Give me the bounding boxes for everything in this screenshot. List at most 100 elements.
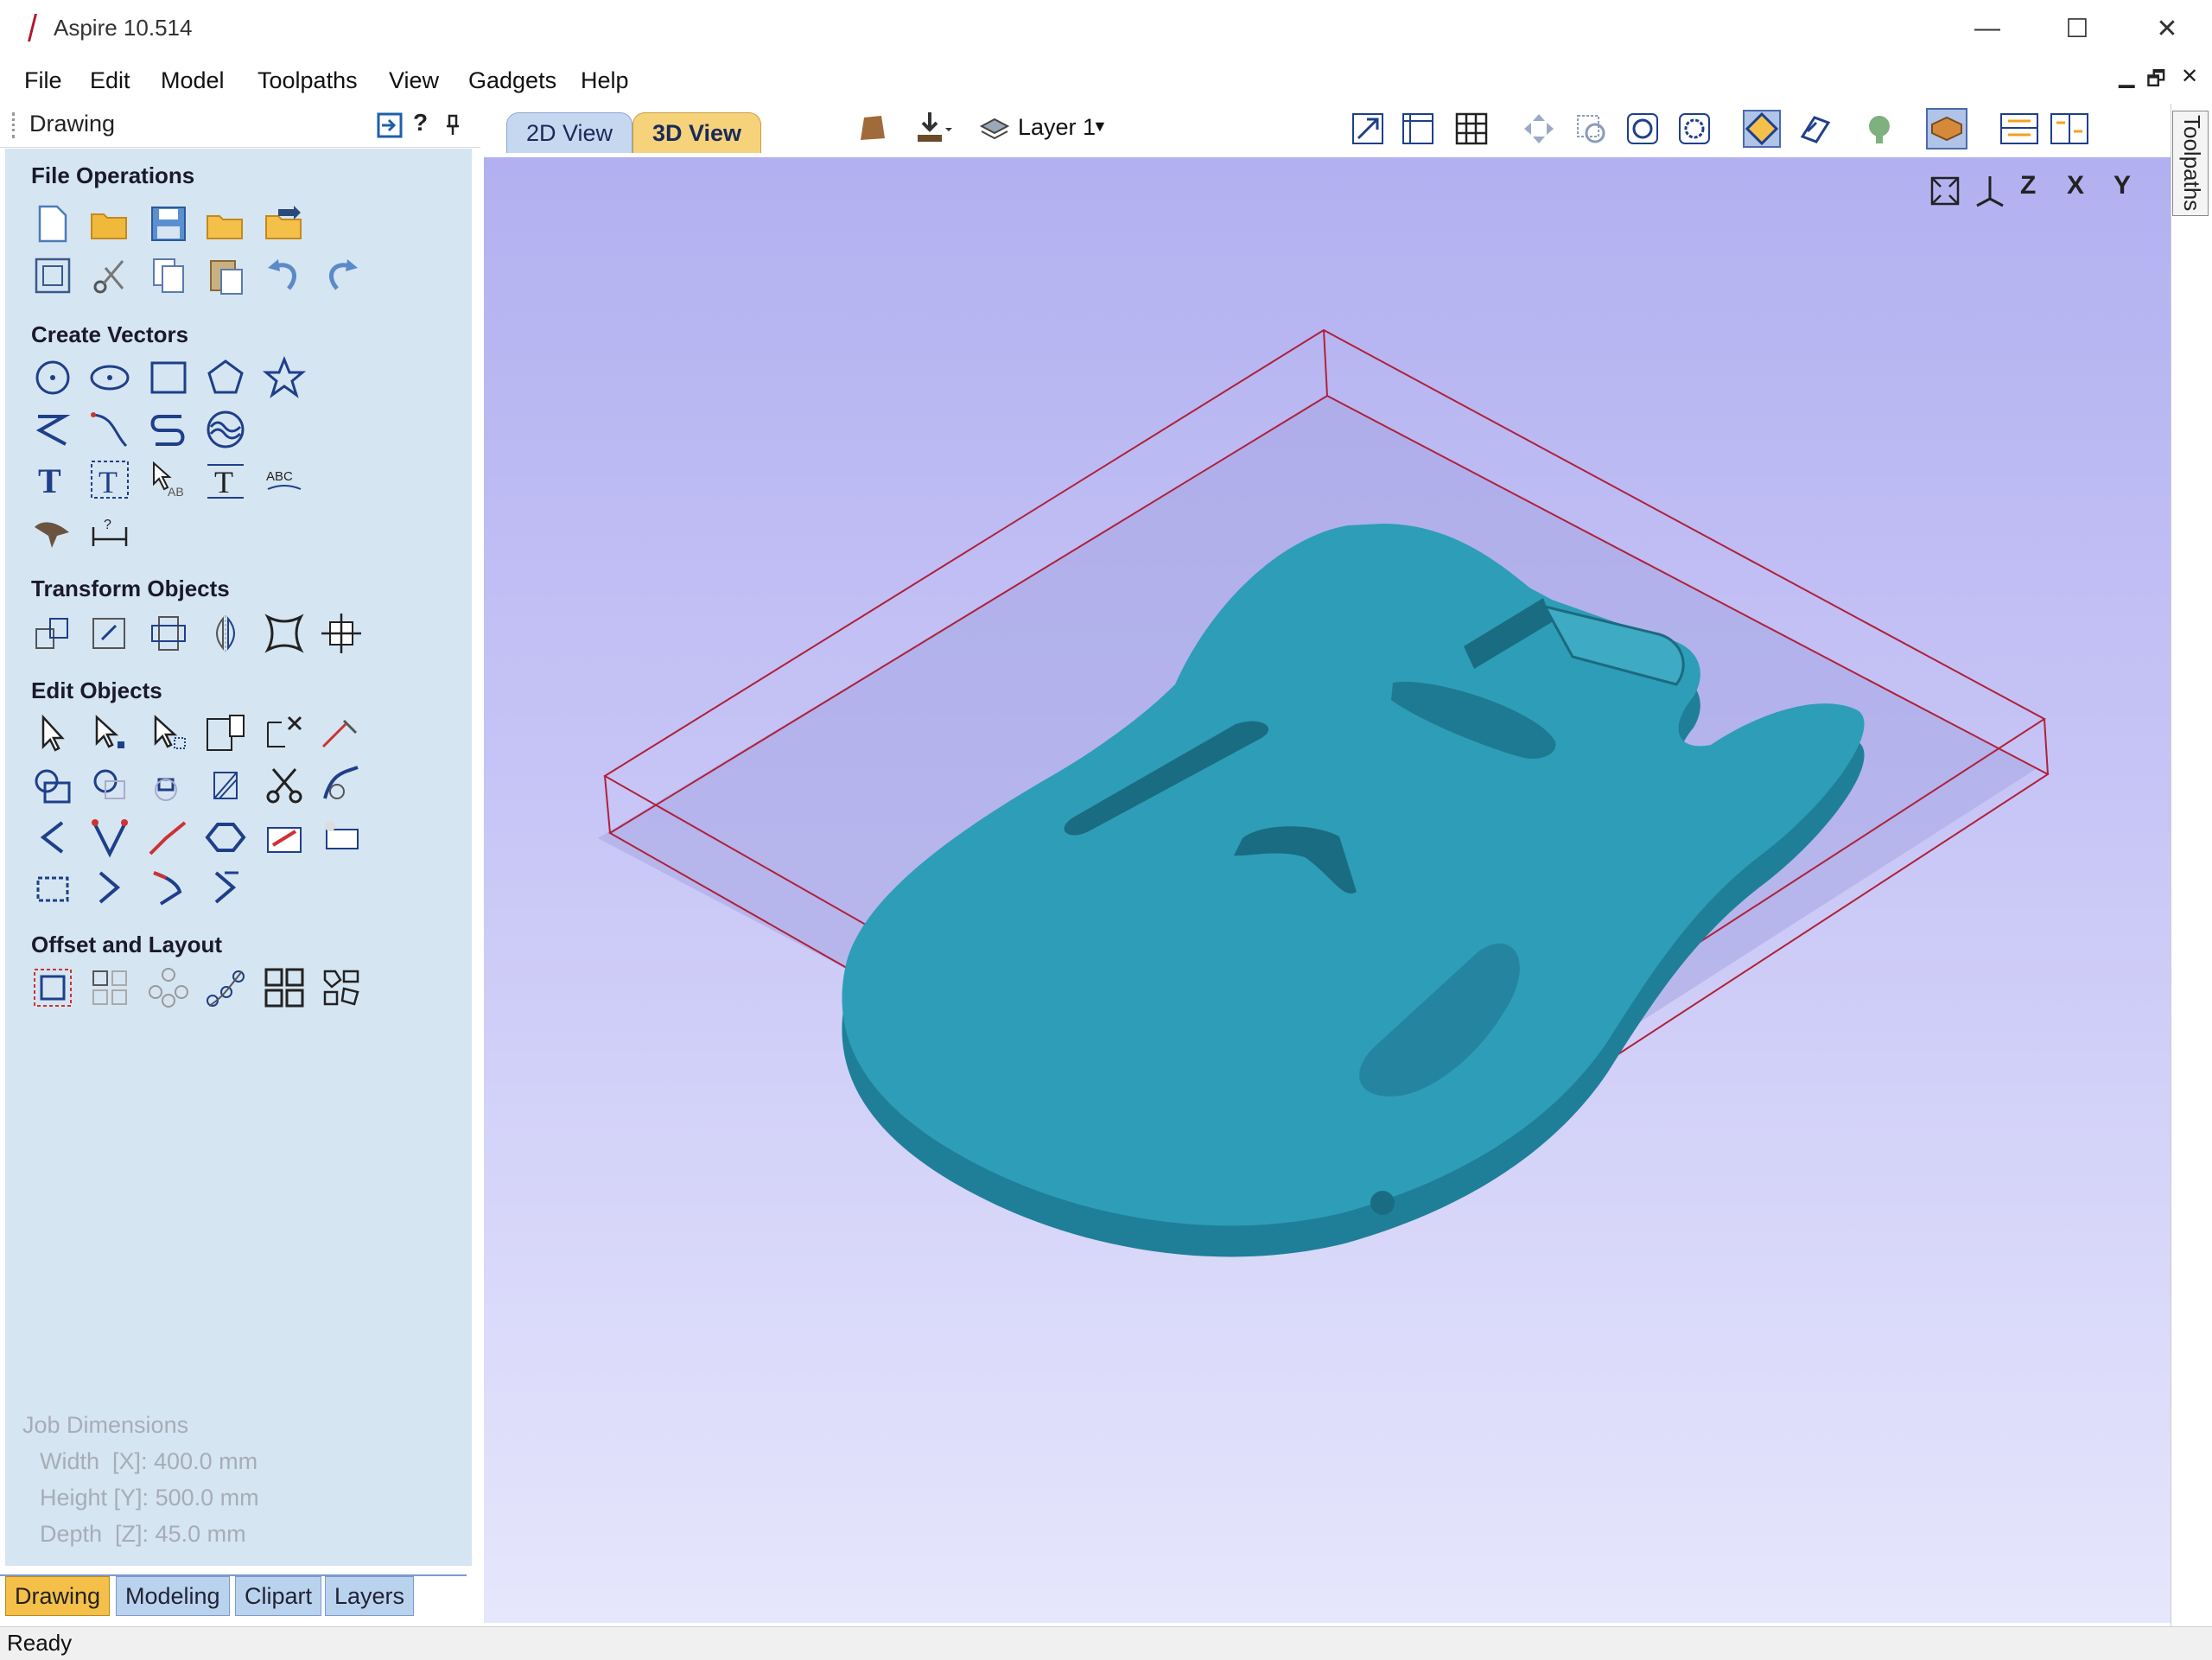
pin-icon[interactable] (444, 114, 461, 137)
redo-icon[interactable] (320, 254, 363, 297)
show-material-icon[interactable] (1925, 107, 1968, 150)
save-file-icon[interactable] (147, 202, 190, 245)
tab-modeling[interactable]: Modeling (116, 1576, 230, 1616)
new-file-icon[interactable] (31, 202, 74, 245)
maximize-window-button[interactable]: ☐ (2032, 0, 2122, 57)
select-icon[interactable] (31, 712, 74, 755)
subtract-icon[interactable] (88, 764, 131, 807)
panel-grip-icon[interactable] (12, 112, 20, 138)
material-setup-icon[interactable] (855, 111, 890, 145)
cut-icon[interactable] (88, 254, 131, 297)
menu-toolpaths[interactable]: Toolpaths (257, 66, 358, 95)
array-copy-icon[interactable] (88, 966, 131, 1009)
weld-icon[interactable] (31, 764, 74, 807)
dimension-icon[interactable]: ? (88, 510, 131, 553)
view-x-button[interactable]: X (2067, 171, 2084, 200)
trace-bitmap-icon[interactable] (31, 510, 74, 553)
extend-icon[interactable] (147, 816, 190, 859)
pan-icon[interactable] (1521, 111, 1557, 147)
tab-drawing[interactable]: Drawing (5, 1576, 111, 1616)
step-repeat-icon[interactable] (263, 966, 306, 1009)
smart-edit-icon[interactable] (263, 816, 306, 859)
grid-icon[interactable] (1453, 111, 1490, 147)
draw-polyline-icon[interactable] (31, 408, 74, 451)
mdi-close-button[interactable]: ✕ (2181, 64, 2198, 89)
3d-scene[interactable] (484, 157, 2171, 1623)
job-setup-icon[interactable] (31, 254, 74, 297)
auto-layout-text-icon[interactable]: T (88, 458, 131, 501)
smooth-join-icon[interactable] (147, 866, 190, 909)
tab-clipart[interactable]: Clipart (235, 1576, 322, 1616)
show-toolpaths-icon[interactable] (1797, 111, 1834, 147)
join-vectors-icon[interactable] (31, 816, 74, 859)
draw-curve-icon[interactable] (88, 408, 131, 451)
view-z-button[interactable]: Z (2020, 171, 2036, 200)
fillet-icon[interactable] (88, 816, 131, 859)
move-icon[interactable] (31, 612, 74, 655)
open-folder-icon[interactable] (204, 202, 247, 245)
draw-wave-icon[interactable] (204, 408, 247, 451)
minimize-window-button[interactable]: — (1942, 0, 2032, 57)
mirror-icon[interactable] (204, 612, 247, 655)
fit-view-icon[interactable] (1927, 173, 1963, 209)
chevron-down-icon[interactable]: ▼ (1092, 118, 1108, 136)
select-all-open-icon[interactable] (263, 712, 306, 755)
undo-icon[interactable] (263, 254, 306, 297)
view-y-button[interactable]: Y (2113, 171, 2131, 200)
tile-horizontal-icon[interactable] (1999, 111, 2039, 147)
zoom-in-icon[interactable] (1624, 111, 1661, 147)
align-center-icon[interactable] (320, 612, 363, 655)
open-file-icon[interactable] (88, 202, 131, 245)
tab-3d-view[interactable]: 3D View (632, 112, 762, 153)
text-on-curve-icon[interactable]: AB (147, 458, 190, 501)
trim-icon[interactable] (204, 764, 247, 807)
mdi-minimize-button[interactable]: ▁ (2119, 64, 2134, 89)
intersect-icon[interactable] (147, 764, 190, 807)
zoom-extents-icon[interactable] (1350, 111, 1386, 147)
draw-ellipse-icon[interactable] (88, 356, 131, 399)
layer-icon[interactable] (980, 112, 1009, 142)
arc-text-icon[interactable]: ABC (263, 458, 306, 501)
show-clipart-icon[interactable] (1861, 111, 1897, 147)
menu-edit[interactable]: Edit (90, 66, 130, 95)
copy-along-vectors-icon[interactable] (204, 966, 247, 1009)
vector-doctor-icon[interactable] (320, 816, 363, 859)
draw-spiral-icon[interactable] (147, 408, 190, 451)
join-open-vector-icon[interactable] (88, 866, 131, 909)
draw-star-icon[interactable] (263, 356, 306, 399)
menu-gadgets[interactable]: Gadgets (468, 66, 556, 95)
offset-icon[interactable] (31, 966, 74, 1009)
selection-properties-icon[interactable] (204, 712, 247, 755)
rulers-icon[interactable] (1400, 111, 1436, 147)
circular-array-icon[interactable] (147, 966, 190, 1009)
distort-icon[interactable] (263, 612, 306, 655)
tab-2d-view[interactable]: 2D View (506, 112, 633, 153)
draw-circle-icon[interactable] (31, 356, 74, 399)
scissors-trim-icon[interactable] (263, 764, 306, 807)
zoom-box-icon[interactable] (1573, 111, 1609, 147)
scale-icon[interactable] (88, 612, 131, 655)
node-edit-icon[interactable] (88, 712, 131, 755)
3d-viewport[interactable]: Z X Y (484, 157, 2171, 1623)
paste-icon[interactable] (204, 254, 247, 297)
interactive-transform-icon[interactable] (147, 712, 190, 755)
menu-view[interactable]: View (389, 66, 439, 95)
menu-help[interactable]: Help (581, 66, 629, 95)
zoom-out-icon[interactable] (1676, 111, 1713, 147)
show-vectors-icon[interactable] (1742, 109, 1782, 149)
draw-rectangle-icon[interactable] (147, 356, 190, 399)
close-window-button[interactable]: ✕ (2122, 0, 2212, 57)
layer-selector[interactable]: Layer 1 (1018, 114, 1096, 141)
draw-polygon-icon[interactable] (204, 356, 247, 399)
curve-fit-icon[interactable] (320, 764, 363, 807)
measure-icon[interactable] (320, 712, 363, 755)
toolpaths-tab[interactable]: Toolpaths (2172, 111, 2209, 216)
copy-icon[interactable] (147, 254, 190, 297)
nesting-icon[interactable] (320, 966, 363, 1009)
tile-vertical-icon[interactable] (2050, 111, 2089, 147)
menu-model[interactable]: Model (161, 66, 225, 95)
menu-file[interactable]: File (24, 66, 62, 95)
adjust-spacing-icon[interactable]: T (204, 458, 247, 501)
close-vectors-icon[interactable] (31, 866, 74, 909)
draw-text-icon[interactable]: T (31, 458, 74, 501)
